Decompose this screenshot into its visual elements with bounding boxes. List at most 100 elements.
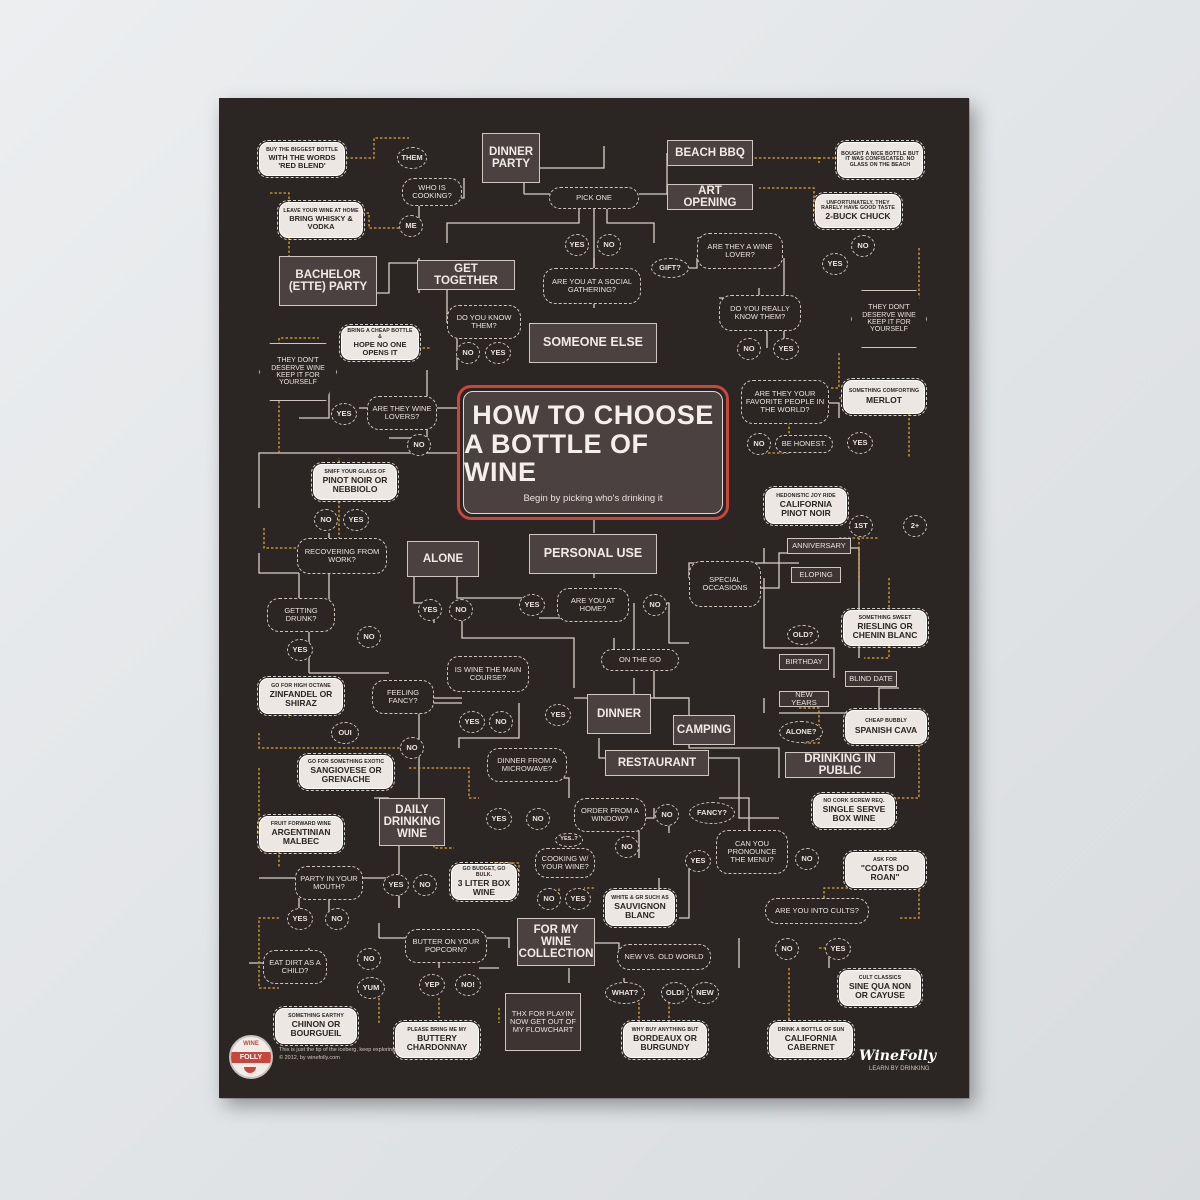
node-anniversary: ANNIVERSARY (787, 538, 851, 554)
node-new-years: NEW YEARS (779, 691, 829, 707)
node-feeling-fancy: FEELING FANCY? (372, 680, 434, 714)
node-cults: ARE YOU INTO CULTS? (765, 898, 869, 924)
title-panel: HOW TO CHOOSE A BOTTLE OF WINE Begin by … (457, 385, 729, 520)
node-yes-party2: YES (287, 908, 313, 930)
node-no-bang: NO! (455, 974, 481, 996)
node-personal-use: PERSONAL USE (529, 534, 657, 574)
node-no-cooking: NO (537, 888, 561, 910)
node-yes-cooking: YES (565, 888, 591, 910)
title-line-1: HOW TO CHOOSE (472, 400, 714, 431)
node-yes-wine-lover: YES (822, 253, 848, 275)
rec-riesling-chenin: SOMETHING SWEET RIESLING or CHENIN BLANC (841, 608, 929, 648)
node-oui: OUI (331, 722, 359, 744)
node-yep: YEP (419, 974, 445, 996)
rec-zinfandel-shiraz: GO FOR HIGH OCTANE ZINFANDEL or SHIRAZ (257, 676, 345, 716)
node-alone: ALONE (407, 541, 479, 577)
node-no-home: NO (643, 594, 667, 616)
rec-cheap-bottle: BRING A CHEAP BOTTLE & HOPE NO ONE OPENS… (339, 324, 421, 362)
node-no-wine-lover: NO (851, 235, 875, 257)
rec-spanish-cava: CHEAP BUBBLY SPANISH CAVA (843, 708, 929, 746)
node-camping: CAMPING (673, 715, 735, 745)
node-no-fancy: NO (400, 737, 424, 759)
node-no-dirt: NO (357, 948, 381, 970)
node-favorite-people: ARE THEY YOUR FAVORITE PEOPLE IN THE WOR… (741, 380, 829, 424)
node-no-recovering: NO (314, 509, 338, 531)
node-yes-recovering: YES (343, 509, 369, 531)
node-yum: YUM (357, 977, 385, 999)
node-get-together: GET TOGETHER (417, 260, 515, 290)
node-daily-drinking: DAILY DRINKING WINE (379, 798, 445, 846)
node-really-know: DO YOU REALLY KNOW THEM? (719, 295, 801, 331)
node-no-microwave: NO (526, 808, 550, 830)
node-new-old: NEW VS. OLD WORLD (617, 944, 711, 970)
node-cooking-wine: COOKING W/ YOUR WINE? (535, 848, 595, 878)
footnote: This is just the tip of the iceberg, kee… (279, 1046, 397, 1063)
node-know-them: DO YOU KNOW THEM? (447, 305, 521, 339)
footnote-line-2: © 2012, by winefolly.com (279, 1055, 340, 1062)
node-thx: THX FOR PLAYIN' NOW GET OUT OF MY FLOWCH… (505, 993, 581, 1051)
node-no-favorite: NO (747, 433, 771, 455)
node-pick-one: PICK ONE (549, 187, 639, 209)
node-gift: GIFT? (651, 258, 689, 278)
node-yes-know: YES (485, 342, 511, 364)
rec-chardonnay: PLEASE BRING ME MY BUTTERY CHARDONNAY (393, 1020, 481, 1060)
node-eloping: ELOPING (791, 567, 841, 583)
title-line-2: A BOTTLE OF WINE (464, 428, 649, 488)
node-social-gathering: ARE YOU AT A SOCIAL GATHERING? (543, 268, 641, 304)
node-recovering: RECOVERING FROM WORK? (297, 538, 387, 574)
rec-california-pinot: HEDONISTIC JOY RIDE CALIFORNIA PINOT NOI… (763, 486, 849, 526)
node-yes-really: YES (773, 338, 799, 360)
node-yes-wine-lovers: YES (331, 403, 357, 425)
node-beach-bbq: BEACH BBQ (667, 140, 753, 166)
node-main-course: IS WINE THE MAIN COURSE? (447, 656, 529, 692)
node-bachelor-party: BACHELOR (ETTE) PARTY (279, 256, 377, 306)
node-them: THEM (397, 147, 427, 169)
node-wine-lovers: ARE THEY WINE LOVERS? (367, 396, 437, 430)
node-wine-lover: ARE THEY A WINE LOVER? (697, 233, 783, 269)
flowchart-poster: DINNER PARTY BEACH BBQ ART OPENING PICK … (219, 98, 969, 1098)
node-new: NEW (691, 982, 719, 1004)
rec-box-wine: GO BUDGET, GO BULK. 3 LITER BOX WINE (449, 862, 519, 902)
node-yes-favorite: YES (847, 432, 873, 454)
rec-sauvignon-blanc: WHITE & GR SUCH AS SAUVIGNON BLANC (603, 888, 677, 928)
node-yes-dinner: YES (545, 704, 571, 726)
node-yes-main: YES (459, 711, 485, 733)
node-restaurant: RESTAURANT (605, 750, 709, 776)
node-getting-drunk: GETTING DRUNK? (267, 598, 335, 632)
node-no-pronounce: NO (795, 848, 819, 870)
node-no-window2: NO (615, 836, 639, 858)
node-no-alone: NO (449, 599, 473, 621)
node-no-main: NO (489, 711, 513, 733)
node-no-window: NO (655, 804, 679, 826)
node-no-wine-lovers: NO (407, 434, 431, 456)
node-no-drunk: NO (357, 626, 381, 648)
node-yes-party: YES (383, 874, 409, 896)
side-note-deserve-right: THEY DON'T DESERVE WINE KEEP IT FOR YOUR… (851, 290, 927, 348)
title-subtitle: Begin by picking who's drinking it (523, 492, 663, 504)
node-no-party: NO (413, 874, 437, 896)
node-party-mouth: PARTY IN YOUR MOUTH? (295, 866, 363, 900)
node-who-cooking: WHO IS COOKING? (402, 178, 462, 206)
node-no-know: NO (456, 342, 480, 364)
side-note-deserve-left: THEY DON'T DESERVE WINE KEEP IT FOR YOUR… (259, 343, 337, 401)
node-at-home: ARE YOU AT HOME? (557, 588, 629, 622)
node-old-bang: OLD! (661, 982, 689, 1004)
node-yes7: YES..? (555, 833, 583, 847)
node-yes-social: YES (565, 234, 589, 256)
footnote-line-1: This is just the tip of the iceberg, kee… (279, 1047, 397, 1053)
node-art-opening: ART OPENING (667, 184, 753, 210)
node-first: 1ST (849, 515, 873, 537)
rec-single-serve: NO CORK SCREW REQ. SINGLE SERVE BOX WINE (811, 792, 897, 830)
node-no-social: NO (597, 234, 621, 256)
node-drinking-public: DRINKING IN PUBLIC (785, 752, 895, 778)
node-dinner: DINNER (587, 694, 651, 734)
node-dinner-party: DINNER PARTY (482, 133, 540, 183)
node-birthday: BIRTHDAY (779, 654, 829, 670)
node-no-cults: NO (775, 938, 799, 960)
node-yes-cults: YES (825, 938, 851, 960)
brand-logo-text: WineFolly (859, 1048, 937, 1064)
node-yes-pronounce: YES (685, 850, 711, 872)
node-eat-dirt: EAT DIRT AS A CHILD? (263, 950, 327, 984)
node-alone-q: ALONE? (779, 721, 823, 743)
node-special-occasions: SPECIAL OCCASIONS (689, 561, 761, 607)
